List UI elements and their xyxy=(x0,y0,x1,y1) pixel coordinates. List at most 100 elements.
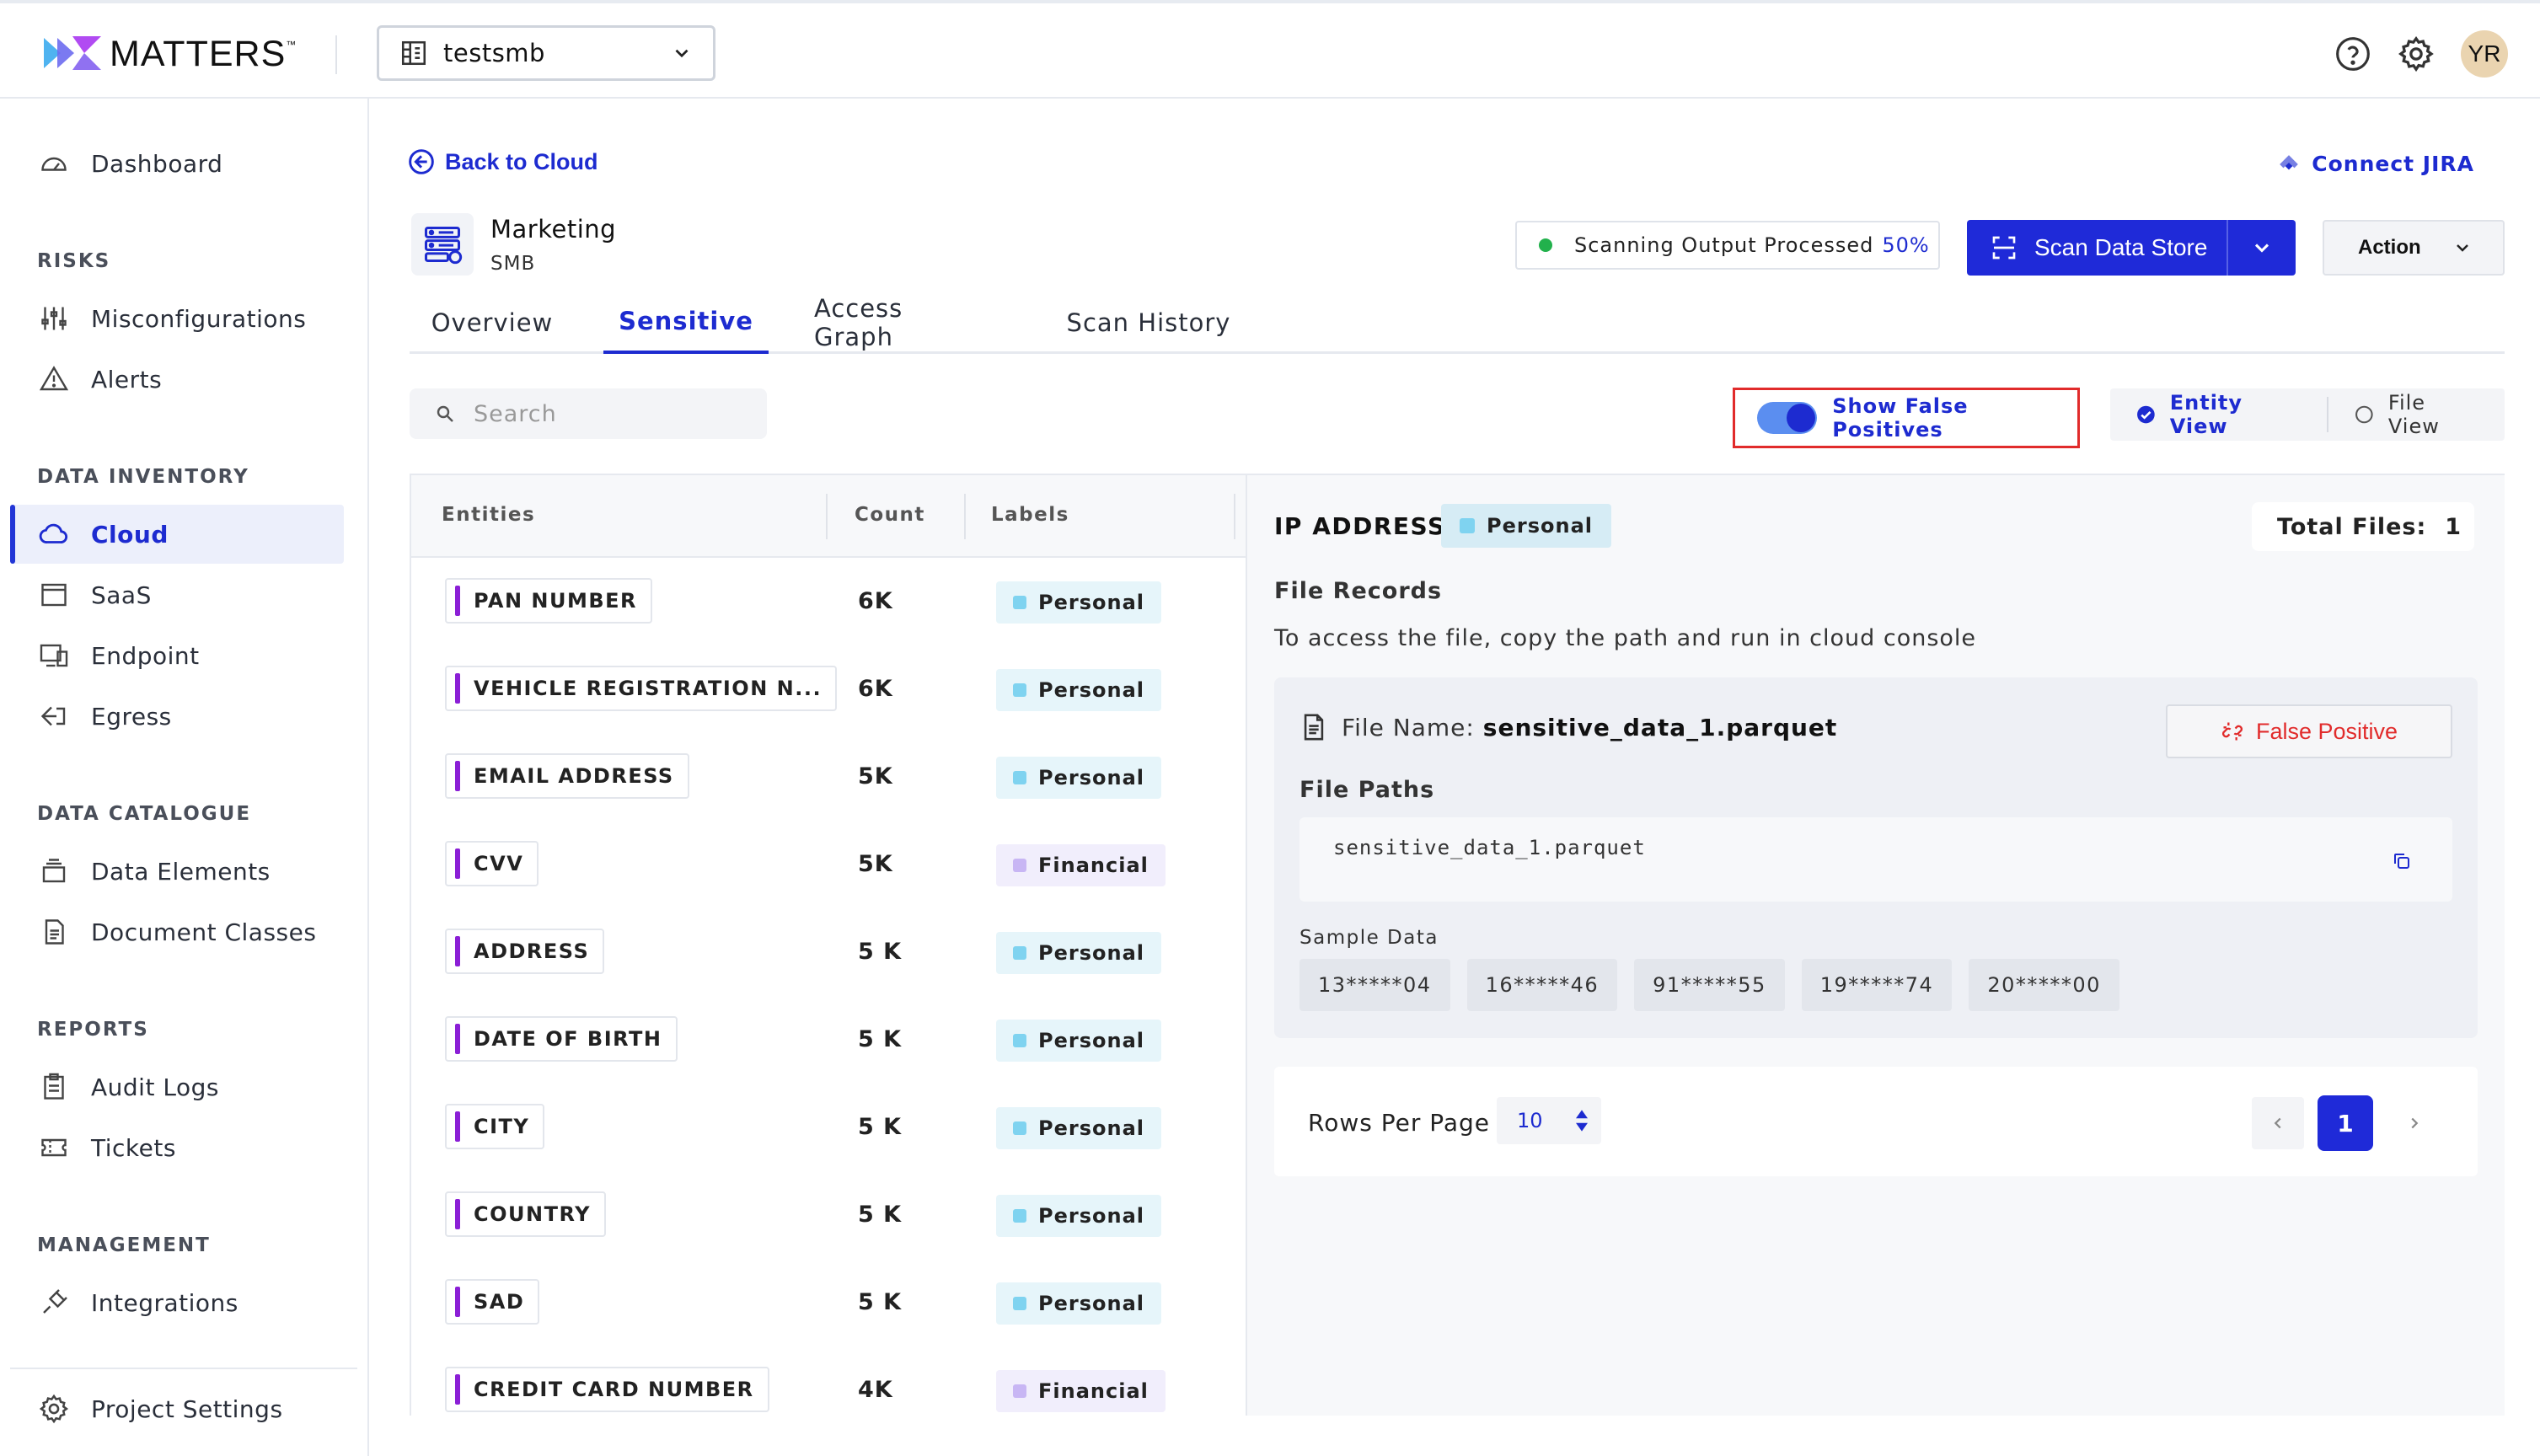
building-icon xyxy=(401,40,426,66)
entity-chip: VEHICLE REGISTRATION N... xyxy=(445,666,838,711)
sidebar-item-cloud[interactable]: Cloud xyxy=(10,505,344,564)
data-store-name: Marketing xyxy=(490,215,617,244)
matters-logo-icon xyxy=(44,36,101,70)
warning-triangle-icon xyxy=(37,362,71,396)
copy-icon[interactable] xyxy=(2392,851,2412,871)
tab-access-graph[interactable]: Access Graph xyxy=(814,292,988,354)
table-row[interactable]: CREDIT CARD NUMBER 4K Financial xyxy=(411,1348,1246,1416)
file-name-value: sensitive_data_1.parquet xyxy=(1482,713,1838,741)
sidebar-item-dashboard[interactable]: Dashboard xyxy=(10,134,344,193)
gear-icon[interactable] xyxy=(2397,35,2436,73)
toggle-knob xyxy=(1787,404,1816,432)
tab-sensitive[interactable]: Sensitive xyxy=(603,292,769,354)
brand-name: MATTERS™ xyxy=(110,33,297,74)
brand-logo[interactable]: MATTERS™ xyxy=(40,30,297,78)
table-row[interactable]: VEHICLE REGISTRATION N... 6K Personal xyxy=(411,647,1246,735)
table-row[interactable]: ADDRESS 5 K Personal xyxy=(411,910,1246,998)
sample-data-chip: 19*****74 xyxy=(1801,959,1953,1011)
table-row[interactable]: SAD 5 K Personal xyxy=(411,1261,1246,1348)
file-name-row: File Name: sensitive_data_1.parquet xyxy=(1299,711,1837,743)
header-entities: Entities xyxy=(442,504,536,526)
sidebar-item-endpoint[interactable]: Endpoint xyxy=(10,626,344,685)
help-circle-icon[interactable] xyxy=(2334,35,2371,72)
sidebar-item-integrations[interactable]: Integrations xyxy=(10,1273,344,1332)
show-false-positives-toggle[interactable]: Show False Positives xyxy=(1733,388,2080,448)
browser-window-icon xyxy=(37,578,71,612)
sidebar-item-tickets[interactable]: Tickets xyxy=(10,1118,344,1177)
section-risks: RISKS xyxy=(37,250,111,272)
section-reports: REPORTS xyxy=(37,1019,149,1041)
table-row[interactable]: PAN NUMBER 6K Personal xyxy=(411,559,1246,647)
chevron-right-icon xyxy=(2411,1117,2419,1129)
label-chip-personal: Personal xyxy=(996,1282,1161,1325)
check-circle-icon xyxy=(2137,405,2155,424)
file-paths-title: File Paths xyxy=(1299,777,1435,803)
table-row[interactable]: EMAIL ADDRESS 5K Personal xyxy=(411,735,1246,822)
show-false-positives-label: Show False Positives xyxy=(1832,394,1969,442)
workspace-name: testsmb xyxy=(443,39,545,67)
sidebar-item-project-settings[interactable]: Project Settings xyxy=(10,1379,344,1438)
entity-detail-panel: IP ADDRESS Personal Total Files: 1 File … xyxy=(1247,474,2505,1416)
stack-icon xyxy=(37,854,71,888)
tab-scan-history[interactable]: Scan History xyxy=(1060,292,1237,354)
sidebar-item-misconfigurations[interactable]: Misconfigurations xyxy=(10,289,344,348)
broken-link-icon xyxy=(2221,722,2243,741)
data-store-type: SMB xyxy=(490,253,536,275)
tab-overview[interactable]: Overview xyxy=(410,292,575,354)
label-chip-personal: Personal xyxy=(996,581,1161,624)
false-positive-button[interactable]: False Positive xyxy=(2166,704,2452,758)
view-mode-toggle: Entity View File View xyxy=(2110,388,2505,441)
toggle-switch[interactable] xyxy=(1757,402,1818,434)
scan-data-store-button[interactable]: Scan Data Store xyxy=(1967,220,2227,276)
table-row[interactable]: CITY 5 K Personal xyxy=(411,1085,1246,1173)
jira-icon xyxy=(2280,154,2299,169)
entity-count: 6K xyxy=(858,588,893,614)
table-row[interactable]: DATE OF BIRTH 5 K Personal xyxy=(411,998,1246,1085)
next-page-button[interactable] xyxy=(2388,1097,2441,1149)
entity-chip: CVV xyxy=(445,841,539,886)
action-dropdown-button[interactable]: Action xyxy=(2323,220,2505,276)
devices-icon xyxy=(37,639,71,672)
header-count: Count xyxy=(855,504,925,526)
back-to-cloud-link[interactable]: Back to Cloud xyxy=(408,148,598,175)
previous-page-button[interactable] xyxy=(2252,1097,2304,1149)
sidebar-item-audit-logs[interactable]: Audit Logs xyxy=(10,1057,344,1116)
detail-tabs: Overview Sensitive Access Graph Scan His… xyxy=(410,292,2505,354)
connect-jira-link[interactable]: Connect JIRA xyxy=(2278,152,2474,176)
file-records-title: File Records xyxy=(1274,578,1443,604)
clipboard-icon xyxy=(37,1070,71,1104)
table-row[interactable]: CVV 5K Financial xyxy=(411,822,1246,910)
table-row[interactable]: COUNTRY 5 K Personal xyxy=(411,1173,1246,1261)
sidebar-item-egress[interactable]: Egress xyxy=(10,687,344,746)
label-chip-personal: Personal xyxy=(996,669,1161,711)
entity-chip: SAD xyxy=(445,1279,540,1325)
header-divider xyxy=(1234,494,1235,539)
entity-count: 5K xyxy=(858,763,893,790)
sidebar-item-saas[interactable]: SaaS xyxy=(10,565,344,624)
rows-per-page-select[interactable]: 10 xyxy=(1497,1097,1601,1144)
plug-icon xyxy=(37,1286,71,1320)
sample-data-chip: 91*****55 xyxy=(1634,959,1785,1011)
search-input[interactable] xyxy=(474,400,760,427)
sidebar-item-document-classes[interactable]: Document Classes xyxy=(10,902,344,961)
entity-chip: PAN NUMBER xyxy=(445,578,653,624)
file-record-card: File Name: sensitive_data_1.parquet Fals… xyxy=(1274,677,2478,1038)
chevron-down-icon xyxy=(2254,244,2269,253)
share-arrows-icon xyxy=(37,699,71,733)
section-data-catalogue: DATA CATALOGUE xyxy=(37,803,252,825)
sidebar-item-alerts[interactable]: Alerts xyxy=(10,350,344,409)
file-view-option[interactable]: File View xyxy=(2328,388,2505,441)
file-document-icon xyxy=(1304,714,1324,741)
user-avatar[interactable]: YR xyxy=(2461,30,2508,78)
entity-count: 5 K xyxy=(858,1202,903,1228)
sidebar-item-data-elements[interactable]: Data Elements xyxy=(10,842,344,901)
label-chip-personal: Personal xyxy=(1441,504,1611,548)
page-number-current[interactable]: 1 xyxy=(2318,1095,2373,1151)
entity-count: 5K xyxy=(858,851,893,877)
file-path-value[interactable]: sensitive_data_1.parquet xyxy=(1333,836,1646,859)
workspace-select[interactable]: testsmb xyxy=(377,25,715,81)
radio-empty-icon xyxy=(2355,405,2373,424)
entity-view-option[interactable]: Entity View xyxy=(2110,388,2327,441)
search-icon xyxy=(437,405,453,422)
scan-options-dropdown[interactable] xyxy=(2228,220,2296,276)
